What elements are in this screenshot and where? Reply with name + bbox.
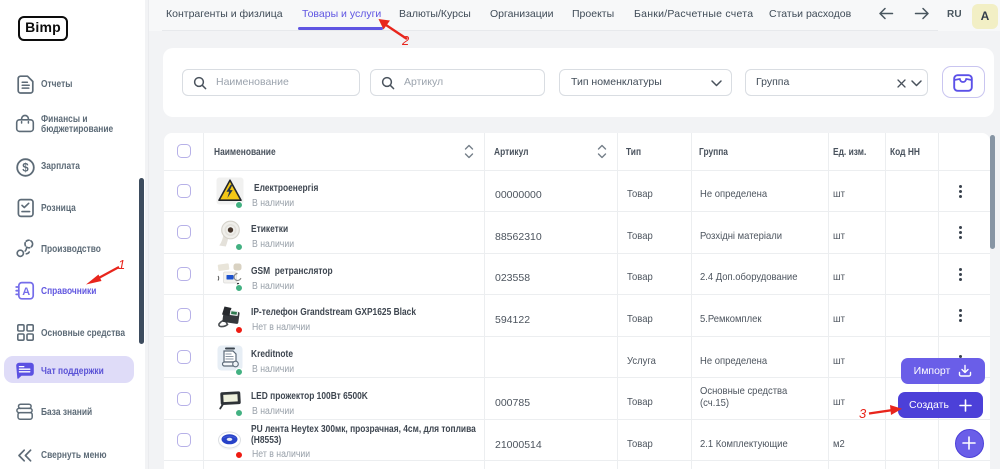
svg-text:$: $ — [22, 162, 29, 174]
svg-text:A: A — [22, 286, 30, 298]
svg-text:3: 3 — [859, 406, 867, 420]
svg-text:1: 1 — [118, 257, 125, 272]
